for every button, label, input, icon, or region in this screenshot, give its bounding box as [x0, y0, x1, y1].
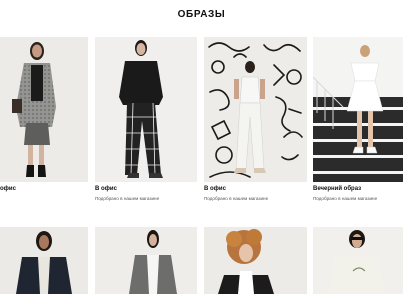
- look-subtitle-2: Подобрано в нашем магазине: [95, 196, 160, 201]
- look-photo-8[interactable]: [313, 227, 403, 294]
- look-title-2[interactable]: В офис: [95, 186, 117, 192]
- look-photo-5[interactable]: [0, 227, 88, 294]
- look-photo-4[interactable]: [313, 37, 403, 182]
- look-photo-2[interactable]: [95, 37, 197, 182]
- look-subtitle-4: Подобрано в нашем магазине: [313, 196, 378, 201]
- look-photo-7[interactable]: [204, 227, 307, 294]
- look-photo-1[interactable]: [0, 37, 88, 182]
- look-title-4[interactable]: Вечерний образ: [313, 186, 361, 192]
- section-title: ОБРАЗЫ: [177, 9, 226, 20]
- look-photo-3[interactable]: [204, 37, 307, 182]
- look-title-1[interactable]: офис: [0, 186, 16, 192]
- look-title-3[interactable]: В офис: [204, 186, 226, 192]
- look-photo-6[interactable]: [95, 227, 197, 294]
- look-subtitle-3: Подобрано в нашем магазине: [204, 196, 269, 201]
